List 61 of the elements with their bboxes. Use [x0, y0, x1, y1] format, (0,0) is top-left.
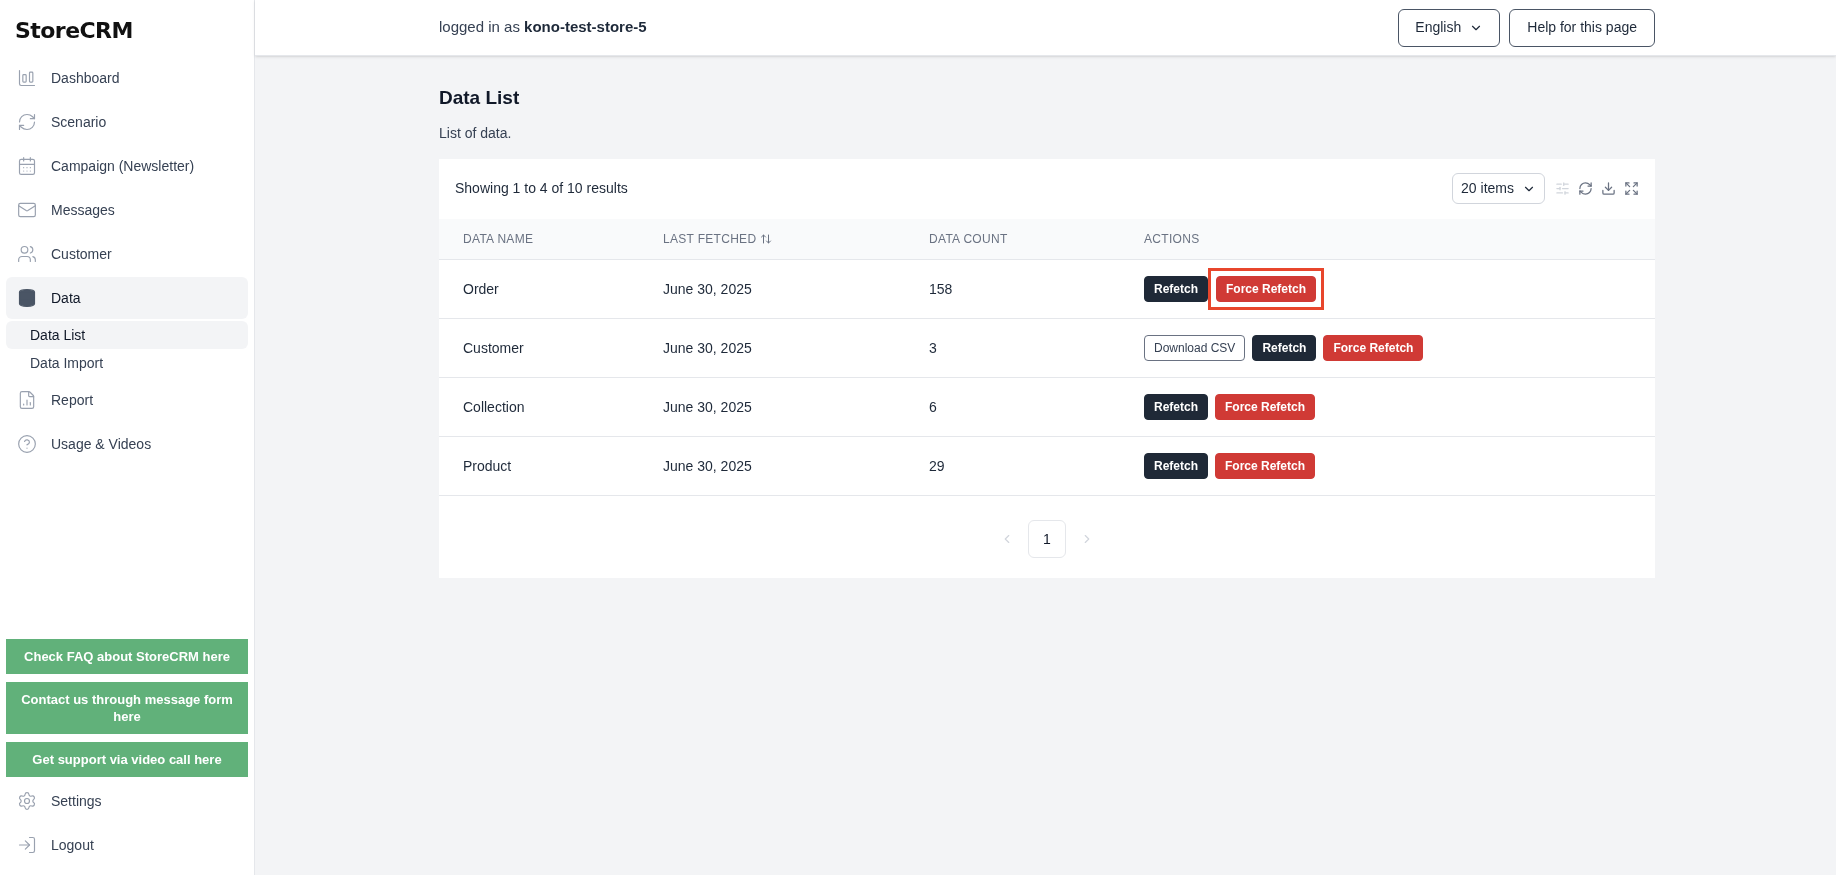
- table-cell: June 30, 2025: [663, 398, 752, 415]
- table-cell: 6: [929, 398, 937, 415]
- sidebar-item[interactable]: Campaign (Newsletter): [6, 145, 248, 187]
- fullscreen-icon[interactable]: [1624, 181, 1639, 196]
- document-chart-icon: [17, 390, 37, 410]
- sort-icon: [760, 233, 773, 246]
- login-status: logged in as kono-test-store-5: [439, 17, 647, 38]
- table-cell: June 30, 2025: [663, 280, 752, 297]
- sidebar-subitem[interactable]: Data List: [6, 321, 248, 349]
- sidebar-subitem[interactable]: Data Import: [6, 349, 248, 377]
- force-refetch-button[interactable]: Force Refetch: [1216, 276, 1317, 302]
- people-icon: [17, 244, 37, 264]
- table-cell: 158: [929, 280, 953, 297]
- sidebar-item[interactable]: Dashboard: [6, 57, 248, 99]
- sidebar-item[interactable]: Report: [6, 379, 248, 421]
- download-csv-button[interactable]: Download CSV: [1144, 335, 1246, 361]
- door-arrow-icon: [17, 835, 37, 855]
- table-cell: Collection: [463, 398, 525, 415]
- download-icon[interactable]: [1601, 181, 1616, 196]
- sidebar-item[interactable]: Data: [6, 277, 248, 319]
- table-cell: June 30, 2025: [663, 457, 752, 474]
- bar-chart-icon: [17, 68, 37, 88]
- app-logo[interactable]: StoreCRM: [6, 0, 248, 57]
- refresh-icon: [17, 112, 37, 132]
- table-cell: June 30, 2025: [663, 339, 752, 356]
- database-icon: [17, 288, 37, 308]
- filter-sliders-icon[interactable]: [1555, 181, 1570, 196]
- sidebar-item[interactable]: Messages: [6, 189, 248, 231]
- refresh-icon[interactable]: [1578, 181, 1593, 196]
- page-title: Data List: [439, 86, 521, 110]
- sidebar-item[interactable]: Scenario: [6, 101, 248, 143]
- envelope-icon: [17, 200, 37, 220]
- column-header: DATA COUNT: [929, 231, 1008, 249]
- sidebar-item[interactable]: Customer: [6, 233, 248, 275]
- sidebar-item[interactable]: Settings: [6, 779, 248, 823]
- force-refetch-button[interactable]: Force Refetch: [1323, 335, 1424, 361]
- help-icon: [17, 434, 37, 454]
- refetch-button[interactable]: Refetch: [1252, 335, 1317, 361]
- page-button[interactable]: 1: [1028, 520, 1066, 558]
- column-header[interactable]: LAST FETCHED: [663, 230, 773, 249]
- force-refetch-button[interactable]: Force Refetch: [1215, 453, 1316, 479]
- table-cell: Product: [463, 457, 512, 474]
- table-cell: Customer: [463, 339, 524, 356]
- help-button[interactable]: Help for this page: [1509, 8, 1655, 47]
- settings-icon: [17, 791, 37, 811]
- page-subtitle: List of data.: [439, 123, 513, 143]
- refetch-button[interactable]: Refetch: [1144, 453, 1208, 479]
- column-header: ACTIONS: [1144, 231, 1200, 249]
- table-cell: 29: [929, 457, 945, 474]
- table-cell: Order: [463, 280, 499, 297]
- calendar-icon: [17, 156, 37, 176]
- refetch-button[interactable]: Refetch: [1144, 276, 1208, 302]
- force-refetch-button[interactable]: Force Refetch: [1215, 394, 1316, 420]
- sidebar-item[interactable]: Usage & Videos: [6, 423, 248, 465]
- language-select[interactable]: English: [1398, 8, 1501, 47]
- results-summary: Showing 1 to 4 of 10 results: [455, 179, 628, 198]
- table-cell: 3: [929, 339, 937, 356]
- page-size-select[interactable]: 20 items: [1452, 173, 1545, 204]
- refetch-button[interactable]: Refetch: [1144, 394, 1208, 420]
- column-header: DATA NAME: [463, 231, 534, 249]
- sidebar-item[interactable]: Logout: [6, 823, 248, 867]
